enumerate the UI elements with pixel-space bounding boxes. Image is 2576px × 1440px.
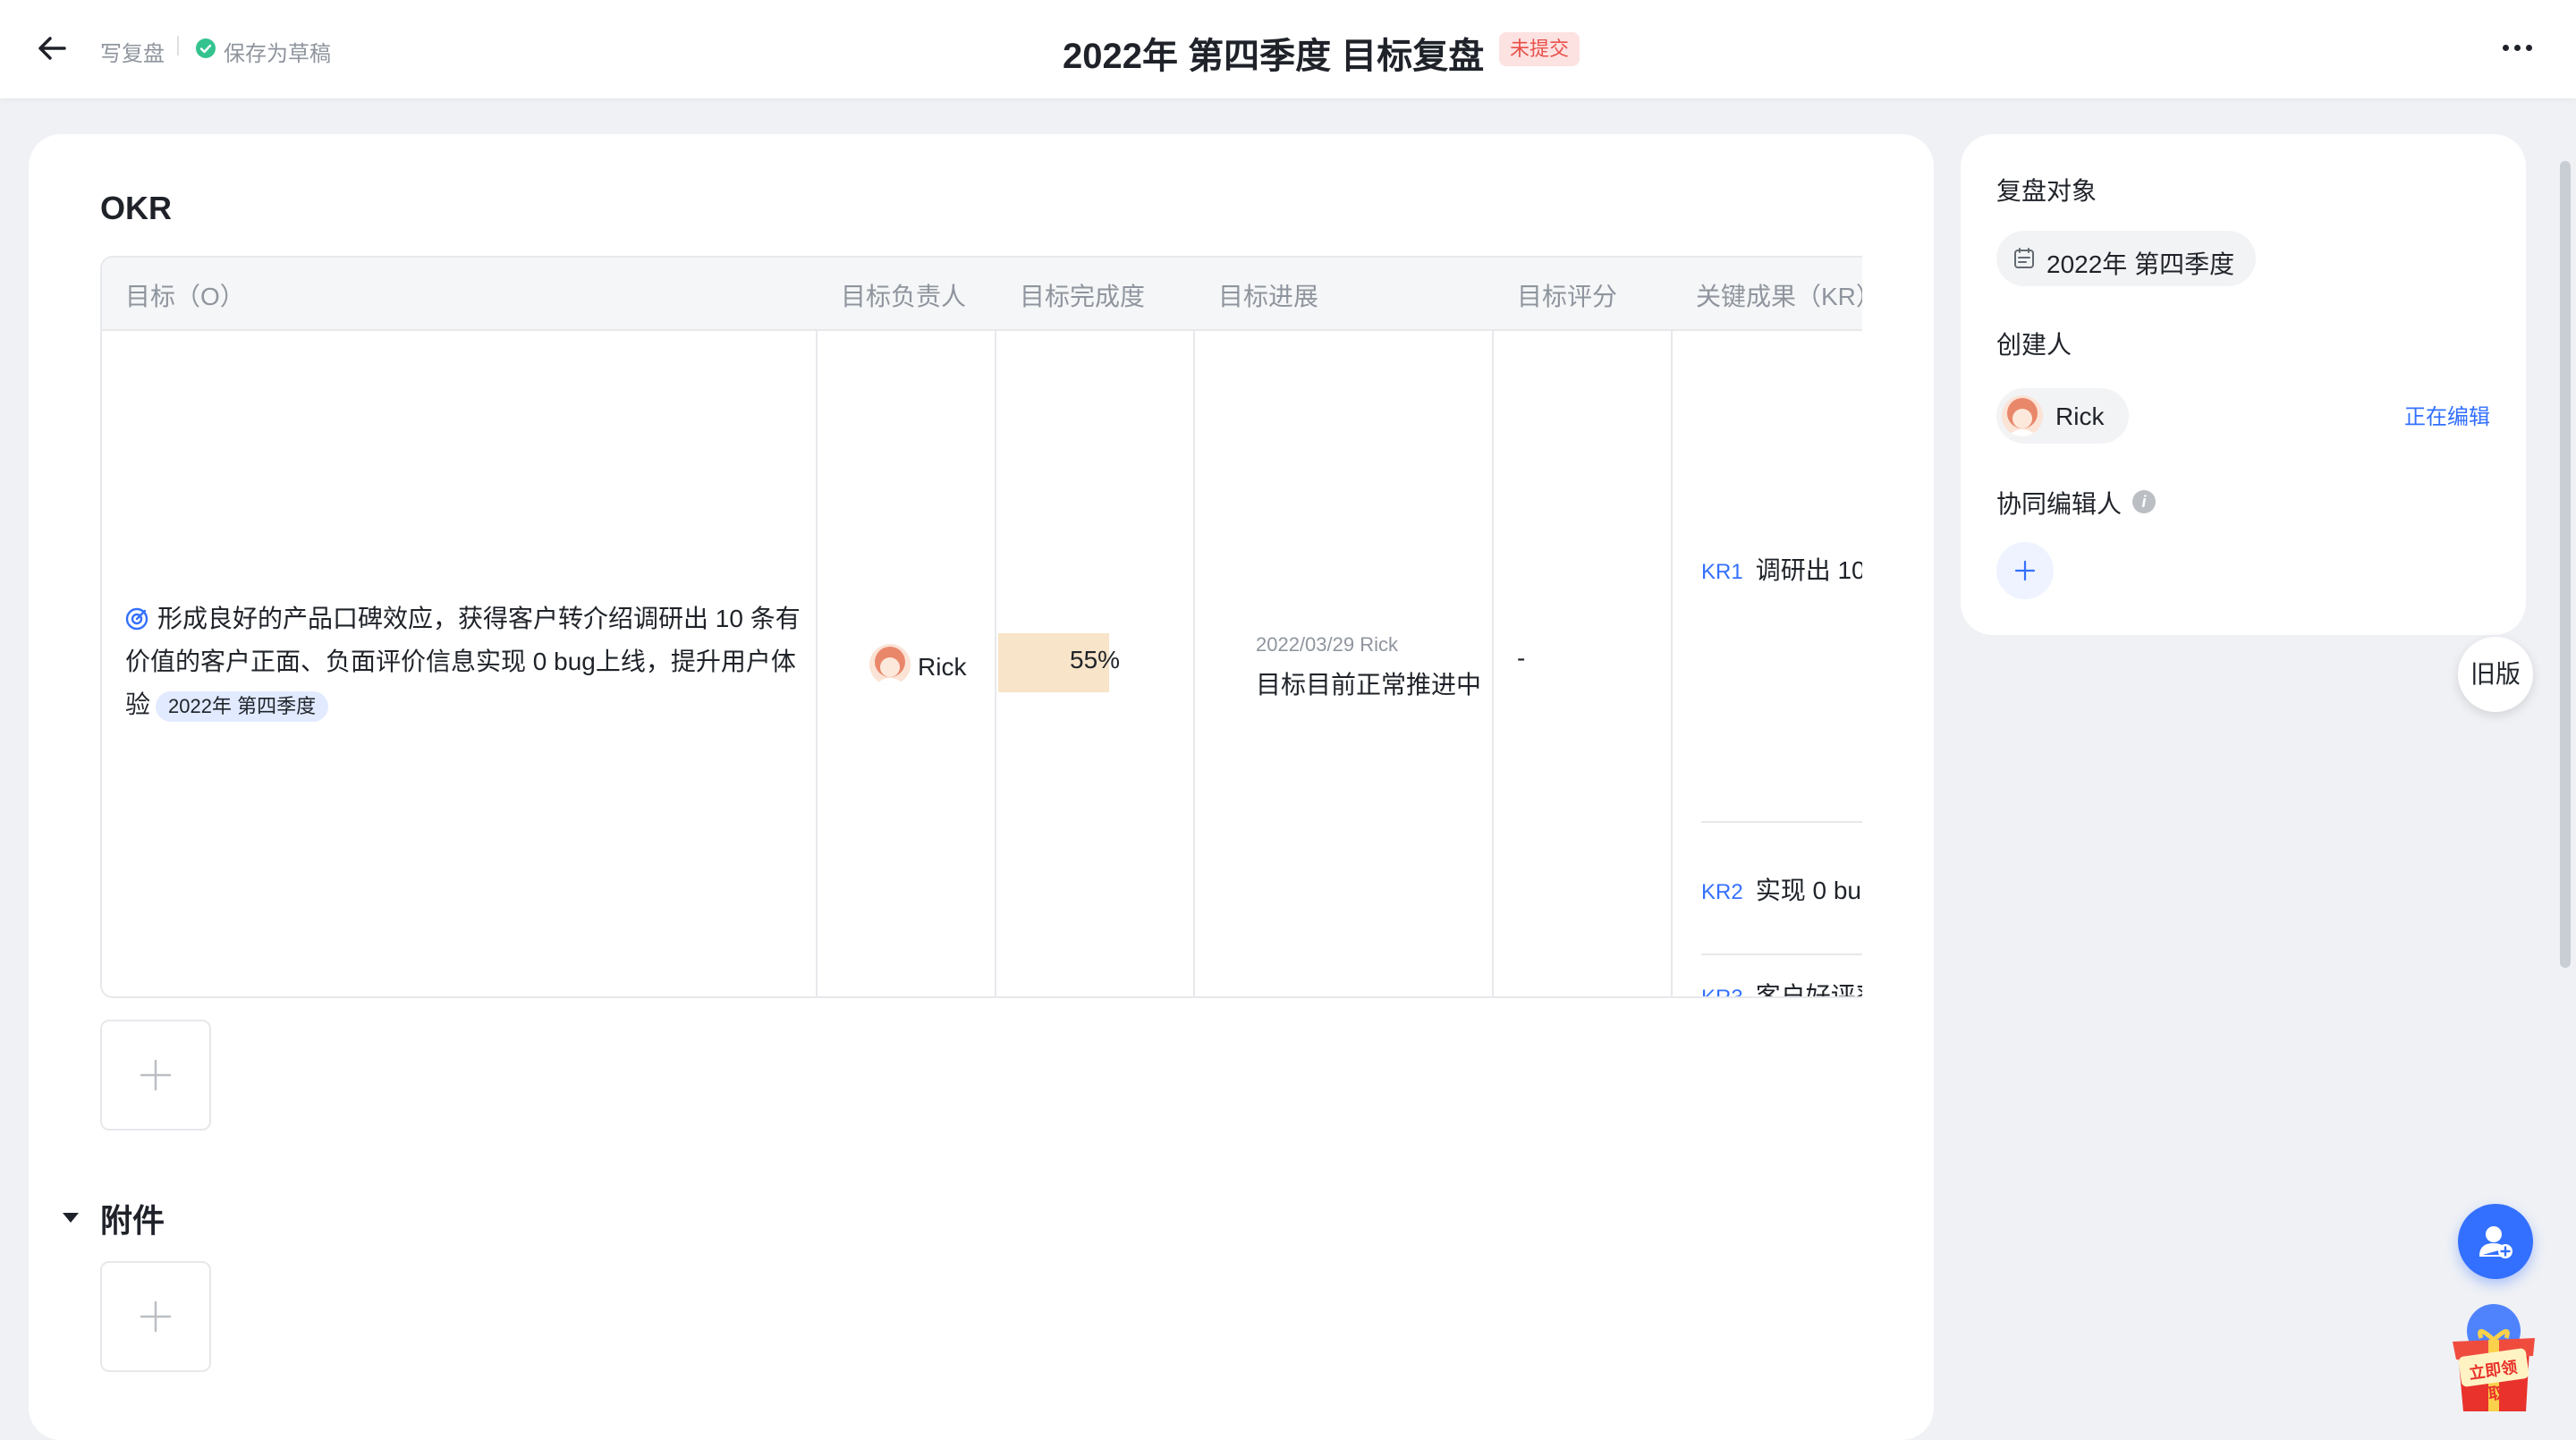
completion-value: 55%	[1070, 646, 1121, 673]
row-divider	[1701, 821, 1862, 823]
column-divider	[1671, 329, 1673, 996]
plus-icon	[140, 1059, 172, 1091]
more-options-button[interactable]	[2503, 45, 2533, 54]
page-scrollbar[interactable]	[2560, 161, 2571, 968]
more-horizontal-icon	[2514, 45, 2521, 51]
collapse-caret-icon[interactable]	[63, 1213, 79, 1223]
top-header: 写复盘 保存为草稿 2022年 第四季度 目标复盘 未提交	[0, 0, 2576, 98]
column-divider	[1193, 329, 1195, 996]
more-horizontal-icon	[2503, 45, 2509, 51]
promo-gift-button[interactable]: 立即领取	[2440, 1299, 2547, 1411]
progress-update-text[interactable]: 目标目前正常推进中	[1256, 665, 1481, 701]
review-target-chip[interactable]: 2022年 第四季度	[1996, 231, 2256, 286]
column-header-progress: 目标进展	[1218, 283, 1319, 310]
key-result-text: 实现 0 bug	[1755, 877, 1862, 904]
user-add-icon	[2479, 1226, 2512, 1258]
editing-status[interactable]: 正在编辑	[2404, 399, 2490, 430]
okr-table-header: 目标（O） 目标负责人 目标完成度 目标进展 目标评分 关键成果（KR）	[102, 258, 1862, 331]
key-result-label: KR1	[1701, 560, 1743, 584]
objective-cell[interactable]: 形成良好的产品口碑效应，获得客户转介绍调研出 10 条有价值的客户正面、负面评价…	[125, 597, 814, 726]
status-badge: 未提交	[1499, 32, 1580, 66]
plus-icon	[140, 1300, 172, 1333]
key-result-label: KR2	[1701, 880, 1743, 904]
review-target-value: 2022年 第四季度	[2046, 250, 2235, 278]
creator-name: Rick	[2055, 402, 2105, 430]
user-add-button[interactable]	[2458, 1204, 2533, 1279]
arrow-left-icon	[38, 37, 66, 60]
attachments-title: 附件	[100, 1202, 165, 1239]
save-status: 保存为草稿	[224, 42, 331, 66]
old-version-button[interactable]: 旧版	[2458, 637, 2533, 712]
more-horizontal-icon	[2526, 45, 2532, 51]
info-icon[interactable]: i	[2132, 490, 2156, 513]
score-value[interactable]: -	[1517, 644, 1525, 673]
row-divider	[1701, 953, 1862, 955]
avatar	[2002, 395, 2043, 436]
breadcrumb-divider	[177, 36, 179, 55]
key-result-item[interactable]: KR3 客户好评率	[1701, 977, 1862, 998]
key-result-text: 调研出 10	[1755, 556, 1862, 584]
target-icon	[125, 607, 148, 631]
breadcrumb-write-review[interactable]: 写复盘	[100, 36, 165, 67]
key-result-item[interactable]: KR2 实现 0 bug	[1701, 871, 1862, 907]
check-circle-icon	[196, 38, 216, 58]
column-header-objective: 目标（O）	[125, 283, 245, 310]
okr-section-title: OKR	[100, 190, 172, 226]
period-tag: 2022年 第四季度	[156, 690, 329, 722]
column-header-completion: 目标完成度	[1020, 283, 1146, 310]
column-header-score: 目标评分	[1517, 283, 1618, 310]
creator-label: 创建人	[1996, 331, 2072, 359]
column-divider	[816, 329, 818, 996]
avatar	[869, 644, 911, 685]
column-header-key-results: 关键成果（KR）	[1696, 283, 1862, 310]
key-result-text: 客户好评率	[1755, 982, 1862, 998]
column-divider	[995, 329, 996, 996]
promo-text: 立即领取	[2468, 1358, 2519, 1404]
page-title: 2022年 第四季度 目标复盘	[1063, 37, 1485, 76]
main-content-card: OKR 目标（O） 目标负责人 目标完成度 目标进展 目标评分 关键成果（KR）…	[29, 134, 1934, 1440]
add-collaborator-button[interactable]	[1996, 542, 2054, 599]
key-result-item[interactable]: KR1 调研出 10	[1701, 551, 1862, 587]
progress-update-meta: 2022/03/29 Rick	[1256, 633, 1398, 656]
back-button[interactable]	[34, 30, 70, 66]
key-result-label: KR3	[1701, 986, 1743, 998]
add-objective-button[interactable]	[100, 1020, 211, 1131]
column-header-owner: 目标负责人	[841, 283, 967, 310]
column-divider	[1492, 329, 1494, 996]
okr-table: 目标（O） 目标负责人 目标完成度 目标进展 目标评分 关键成果（KR） 形成良…	[100, 256, 1862, 998]
owner-name: Rick	[918, 653, 967, 681]
review-target-label: 复盘对象	[1996, 177, 2097, 205]
add-attachment-button[interactable]	[100, 1261, 211, 1372]
collaborators-label: 协同编辑人	[1996, 490, 2123, 518]
plus-icon	[2014, 560, 2036, 581]
creator-chip[interactable]: Rick	[1996, 388, 2129, 444]
calendar-icon	[2014, 248, 2034, 268]
